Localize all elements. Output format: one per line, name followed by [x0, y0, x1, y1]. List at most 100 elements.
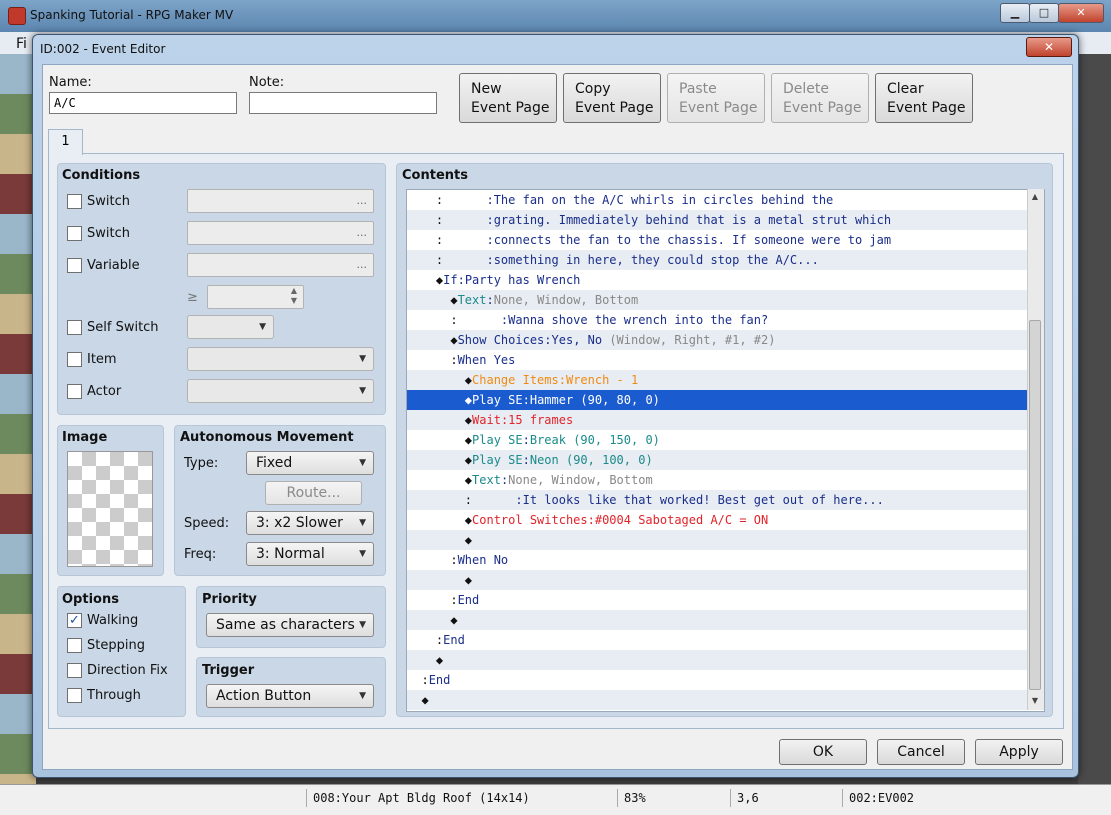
route-button[interactable]: Route... — [265, 481, 362, 505]
command-row[interactable]: :When No — [407, 550, 1027, 570]
delete-event-page-button[interactable]: Delete Event Page — [771, 73, 869, 123]
paste-button-line2: Event Page — [679, 100, 758, 116]
switch1-selector[interactable]: ... — [187, 189, 374, 213]
variable-selector[interactable]: ... — [187, 253, 374, 277]
command-row[interactable]: ◆Change Items:Wrench - 1 — [407, 370, 1027, 390]
command-row[interactable]: ◆Text:None, Window, Bottom — [407, 470, 1027, 490]
actor-checkbox[interactable] — [67, 384, 82, 399]
command-row[interactable]: : :something in here, they could stop th… — [407, 250, 1027, 270]
main-close-button[interactable]: ✕ — [1058, 3, 1104, 23]
command-row[interactable]: ◆Play SE:Neon (90, 100, 0) — [407, 450, 1027, 470]
priority-dropdown[interactable]: Same as characters ▼ — [206, 613, 374, 637]
self-switch-checkbox[interactable] — [67, 320, 82, 335]
speed-dropdown[interactable]: 3: x2 Slower ▼ — [246, 511, 374, 535]
command-indent-marker: : — [407, 213, 487, 227]
new-event-page-button[interactable]: New Event Page — [459, 73, 557, 123]
new-button-line1: New — [471, 81, 502, 97]
speed-value: 3: x2 Slower — [256, 515, 343, 531]
command-name: End — [457, 593, 480, 607]
switch2-selector[interactable]: ... — [187, 221, 374, 245]
command-indent-marker: : — [407, 313, 501, 327]
actor-dropdown[interactable]: ▼ — [187, 379, 374, 403]
copy-button-line1: Copy — [575, 81, 611, 97]
note-label: Note: — [249, 75, 285, 90]
name-field[interactable]: A/C — [49, 92, 237, 114]
command-row[interactable]: ◆ — [407, 570, 1027, 590]
scrollbar-thumb[interactable] — [1029, 320, 1041, 690]
command-params: : — [486, 293, 494, 307]
command-indent-marker: ◆ — [407, 573, 473, 587]
command-row[interactable]: ◆If:Party has Wrench — [407, 270, 1027, 290]
command-row[interactable]: :When Yes — [407, 350, 1027, 370]
conditions-title: Conditions — [62, 168, 141, 183]
item-dropdown[interactable]: ▼ — [187, 347, 374, 371]
command-row[interactable]: ◆Text:None, Window, Bottom — [407, 290, 1027, 310]
trigger-value: Action Button — [216, 688, 312, 704]
freq-dropdown[interactable]: 3: Normal ▼ — [246, 542, 374, 566]
command-row[interactable]: ◆Show Choices:Yes, No (Window, Right, #1… — [407, 330, 1027, 350]
switch1-checkbox[interactable] — [67, 194, 82, 209]
command-row[interactable]: : :It looks like that worked! Best get o… — [407, 490, 1027, 510]
paste-event-page-button[interactable]: Paste Event Page — [667, 73, 765, 123]
command-name: When No — [457, 553, 509, 567]
scroll-up-icon[interactable]: ▲ — [1029, 192, 1041, 204]
walking-checkbox[interactable]: ✓ — [67, 613, 82, 628]
options-title: Options — [62, 592, 119, 607]
command-row[interactable]: ◆ — [407, 690, 1027, 710]
movement-type-dropdown[interactable]: Fixed ▼ — [246, 451, 374, 475]
command-indent-marker: ◆ — [407, 293, 458, 307]
character-image-preview[interactable] — [67, 451, 153, 567]
chevron-down-icon: ▼ — [259, 322, 266, 332]
map-area-strip — [1078, 54, 1111, 784]
direction-fix-checkbox[interactable] — [67, 663, 82, 678]
item-label: Item — [87, 352, 117, 367]
command-row[interactable]: ◆ — [407, 530, 1027, 550]
minimize-button[interactable]: ▁ — [1000, 3, 1030, 23]
clear-event-page-button[interactable]: Clear Event Page — [875, 73, 973, 123]
walking-label: Walking — [87, 613, 139, 628]
command-row[interactable]: ◆Play SE:Break (90, 150, 0) — [407, 430, 1027, 450]
command-indent-marker: ◆ — [407, 453, 473, 467]
command-row[interactable]: : :grating. Immediately behind that is a… — [407, 210, 1027, 230]
maximize-button[interactable]: □ — [1029, 3, 1059, 23]
command-row[interactable]: ◆ — [407, 650, 1027, 670]
direction-fix-label: Direction Fix — [87, 663, 168, 678]
command-name: Change Items — [472, 373, 559, 387]
copy-event-page-button[interactable]: Copy Event Page — [563, 73, 661, 123]
switch2-checkbox[interactable] — [67, 226, 82, 241]
command-row[interactable]: :End — [407, 590, 1027, 610]
status-event: 002:EV002 — [842, 789, 999, 807]
self-switch-dropdown[interactable]: ▼ — [187, 315, 274, 339]
command-row[interactable]: ◆Control Switches:#0004 Sabotaged A/C = … — [407, 510, 1027, 530]
command-name: :Wanna shove the wrench into the fan? — [500, 313, 769, 327]
variable-checkbox[interactable] — [67, 258, 82, 273]
command-row[interactable]: : :The fan on the A/C whirls in circles … — [407, 190, 1027, 210]
scroll-down-icon[interactable]: ▼ — [1029, 696, 1041, 708]
apply-button[interactable]: Apply — [975, 739, 1063, 765]
command-params: None, Window, Bottom — [493, 293, 639, 307]
command-row[interactable]: : :Wanna shove the wrench into the fan? — [407, 310, 1027, 330]
item-checkbox[interactable] — [67, 352, 82, 367]
note-field[interactable] — [249, 92, 437, 114]
command-indent-marker: ◆ — [407, 693, 429, 707]
new-button-line2: Event Page — [471, 100, 550, 116]
trigger-dropdown[interactable]: Action Button ▼ — [206, 684, 374, 708]
command-row[interactable]: ◆Wait:15 frames — [407, 410, 1027, 430]
command-row[interactable]: :End — [407, 630, 1027, 650]
command-row[interactable]: : :connects the fan to the chassis. If s… — [407, 230, 1027, 250]
event-command-list[interactable]: : :The fan on the A/C whirls in circles … — [406, 189, 1045, 712]
command-row[interactable]: :End — [407, 670, 1027, 690]
tab-page-1[interactable]: 1 — [48, 129, 83, 155]
dialog-close-button[interactable]: ✕ — [1026, 37, 1072, 57]
variable-value-spinner[interactable]: ▲ ▼ — [207, 285, 304, 309]
command-row[interactable]: ◆Play SE:Hammer (90, 80, 0) — [407, 390, 1027, 410]
cancel-button[interactable]: Cancel — [877, 739, 965, 765]
ok-button[interactable]: OK — [779, 739, 867, 765]
chevron-down-icon: ▼ — [359, 354, 366, 364]
movement-title: Autonomous Movement — [180, 430, 354, 445]
freq-value: 3: Normal — [256, 546, 325, 562]
command-row[interactable]: ◆ — [407, 610, 1027, 630]
through-checkbox[interactable] — [67, 688, 82, 703]
stepping-checkbox[interactable] — [67, 638, 82, 653]
menu-file[interactable]: Fi — [16, 36, 27, 52]
